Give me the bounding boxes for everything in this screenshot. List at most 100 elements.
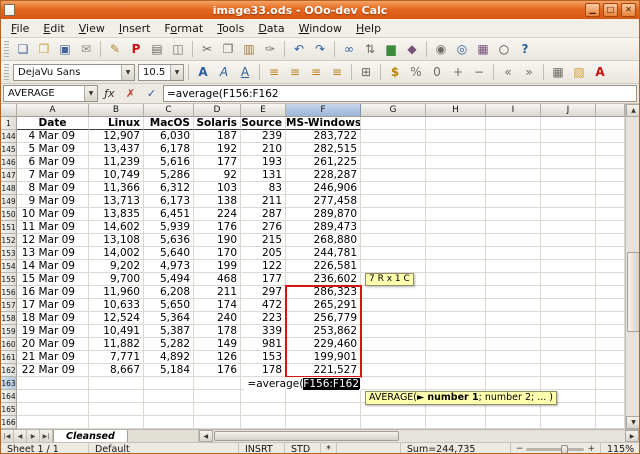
horizontal-scroll-track[interactable] xyxy=(213,430,625,442)
cell-I147[interactable] xyxy=(486,169,541,182)
cell-E157[interactable]: 472 xyxy=(241,299,286,312)
cell-F165[interactable] xyxy=(286,403,361,416)
cell-I161[interactable] xyxy=(486,351,541,364)
row-header-146[interactable]: 146 xyxy=(1,156,17,169)
cell-J147[interactable] xyxy=(541,169,596,182)
font-color-icon[interactable]: A xyxy=(590,63,610,82)
cell-H154[interactable] xyxy=(426,260,486,273)
cell-C151[interactable]: 5,939 xyxy=(144,221,194,234)
column-header-F[interactable]: F xyxy=(286,104,361,117)
cell-E155[interactable]: 177 xyxy=(241,273,286,286)
cell-H161[interactable] xyxy=(426,351,486,364)
cell-B158[interactable]: 12,524 xyxy=(89,312,144,325)
row-header-153[interactable]: 153 xyxy=(1,247,17,260)
cell-B153[interactable]: 14,002 xyxy=(89,247,144,260)
sort-ascending-icon[interactable]: ⇅ xyxy=(360,40,380,59)
cell-C153[interactable]: 5,640 xyxy=(144,247,194,260)
cell-B155[interactable]: 9,700 xyxy=(89,273,144,286)
cell-I149[interactable] xyxy=(486,195,541,208)
cell-G1[interactable] xyxy=(361,117,426,130)
cell-B146[interactable]: 11,239 xyxy=(89,156,144,169)
cell-J1[interactable] xyxy=(541,117,596,130)
drawing-functions-icon[interactable]: ◆ xyxy=(402,40,422,59)
cell-A149[interactable]: 9 Mar 09 xyxy=(17,195,89,208)
cell-F154[interactable]: 226,581 xyxy=(286,260,361,273)
cell-J159[interactable] xyxy=(541,325,596,338)
cell-F151[interactable]: 289,473 xyxy=(286,221,361,234)
cell-I162[interactable] xyxy=(486,364,541,377)
cell-J166[interactable] xyxy=(541,416,596,429)
cell-C150[interactable]: 6,451 xyxy=(144,208,194,221)
cell-D151[interactable]: 176 xyxy=(194,221,241,234)
cell-A153[interactable]: 13 Mar 09 xyxy=(17,247,89,260)
cell-E153[interactable]: 205 xyxy=(241,247,286,260)
menu-tools[interactable]: Tools xyxy=(210,20,251,37)
zoom-out-icon[interactable]: − xyxy=(516,444,524,454)
cell-F159[interactable]: 253,862 xyxy=(286,325,361,338)
cell-H157[interactable] xyxy=(426,299,486,312)
cell-G153[interactable] xyxy=(361,247,426,260)
cell-E161[interactable]: 153 xyxy=(241,351,286,364)
cell-G148[interactable] xyxy=(361,182,426,195)
cell-D158[interactable]: 240 xyxy=(194,312,241,325)
page-style-indicator[interactable]: Default xyxy=(89,443,239,454)
row-header-155[interactable]: 155 xyxy=(1,273,17,286)
increase-indent-icon[interactable]: » xyxy=(519,63,539,82)
cell-E145[interactable]: 210 xyxy=(241,143,286,156)
cell-I158[interactable] xyxy=(486,312,541,325)
row-header-147[interactable]: 147 xyxy=(1,169,17,182)
cell-G160[interactable] xyxy=(361,338,426,351)
cell-G147[interactable] xyxy=(361,169,426,182)
copy-icon[interactable]: ❐ xyxy=(218,40,238,59)
cell-G150[interactable] xyxy=(361,208,426,221)
cell-H149[interactable] xyxy=(426,195,486,208)
horizontal-scroll-thumb[interactable] xyxy=(214,431,400,441)
cell-A154[interactable]: 14 Mar 09 xyxy=(17,260,89,273)
first-sheet-icon[interactable]: |◀ xyxy=(1,430,14,442)
cell-C147[interactable]: 5,286 xyxy=(144,169,194,182)
cell-E158[interactable]: 223 xyxy=(241,312,286,325)
cell-D153[interactable]: 170 xyxy=(194,247,241,260)
cell-H159[interactable] xyxy=(426,325,486,338)
cell-G145[interactable] xyxy=(361,143,426,156)
cell-C164[interactable] xyxy=(144,390,194,403)
cell-G162[interactable] xyxy=(361,364,426,377)
number-format-percent-icon[interactable]: % xyxy=(406,63,426,82)
cell-B154[interactable]: 9,202 xyxy=(89,260,144,273)
cell-J146[interactable] xyxy=(541,156,596,169)
cell-A1[interactable]: Date xyxy=(17,117,89,130)
cell-B162[interactable]: 8,667 xyxy=(89,364,144,377)
row-header-166[interactable]: 166 xyxy=(1,416,17,429)
cell-B151[interactable]: 14,602 xyxy=(89,221,144,234)
cell-C166[interactable] xyxy=(144,416,194,429)
bold-icon[interactable]: A xyxy=(193,63,213,82)
chevron-down-icon[interactable]: ▼ xyxy=(170,65,183,80)
close-button[interactable]: ✕ xyxy=(621,3,636,17)
cell-E146[interactable]: 193 xyxy=(241,156,286,169)
align-center-icon[interactable]: ≡ xyxy=(285,63,305,82)
cell-B145[interactable]: 13,437 xyxy=(89,143,144,156)
accept-icon[interactable]: ✓ xyxy=(142,85,161,102)
cell-B164[interactable] xyxy=(89,390,144,403)
cell-H156[interactable] xyxy=(426,286,486,299)
cell-A146[interactable]: 6 Mar 09 xyxy=(17,156,89,169)
cell-F144[interactable]: 283,722 xyxy=(286,130,361,143)
zoom-icon[interactable]: ○ xyxy=(494,40,514,59)
cell-I155[interactable] xyxy=(486,273,541,286)
cell-D147[interactable]: 92 xyxy=(194,169,241,182)
cell-B157[interactable]: 10,633 xyxy=(89,299,144,312)
column-header-D[interactable]: D xyxy=(194,104,241,117)
row-header-165[interactable]: 165 xyxy=(1,403,17,416)
align-justified-icon[interactable]: ≡ xyxy=(327,63,347,82)
cell-E152[interactable]: 215 xyxy=(241,234,286,247)
row-header-144[interactable]: 144 xyxy=(1,130,17,143)
cell-I145[interactable] xyxy=(486,143,541,156)
cell-H145[interactable] xyxy=(426,143,486,156)
cell-H155[interactable] xyxy=(426,273,486,286)
scroll-down-icon[interactable]: ▼ xyxy=(626,416,640,429)
column-header-G[interactable]: G xyxy=(361,104,426,117)
zoom-slider[interactable]: − + xyxy=(511,443,601,454)
cell-F160[interactable]: 229,460 xyxy=(286,338,361,351)
insert-mode-indicator[interactable]: INSRT xyxy=(239,443,285,454)
cell-A161[interactable]: 21 Mar 09 xyxy=(17,351,89,364)
